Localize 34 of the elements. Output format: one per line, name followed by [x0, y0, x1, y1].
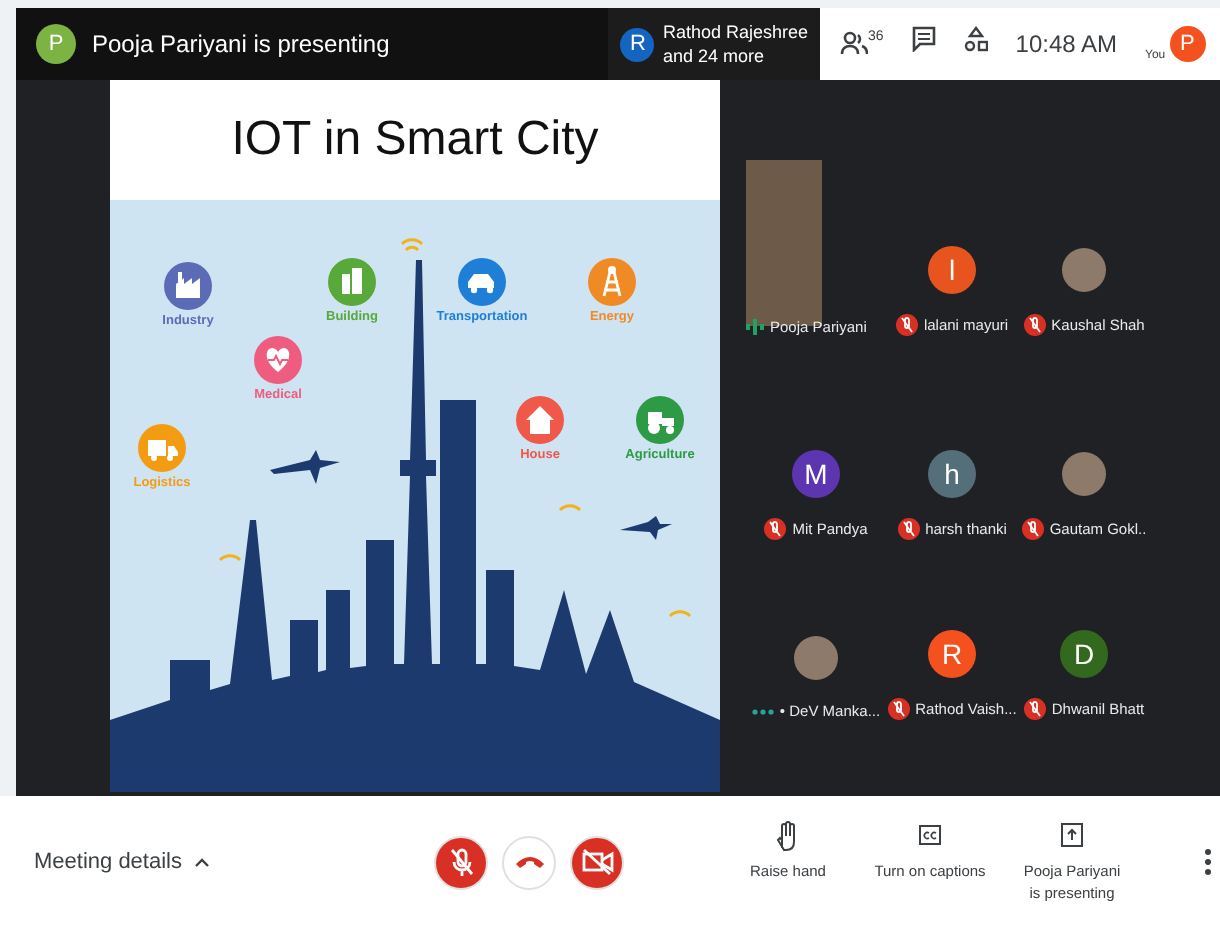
participant-avatar: M: [792, 450, 840, 498]
participant-avatar: D: [1060, 630, 1108, 678]
camera-button[interactable]: [570, 835, 624, 889]
present-icon: [1058, 820, 1086, 852]
microphone-button[interactable]: [434, 835, 488, 889]
avatar-photo-placeholder: [1062, 452, 1106, 496]
more-count: and 24 more: [662, 44, 766, 68]
wifi-icon: [559, 504, 581, 512]
wifi-icon: [669, 610, 691, 618]
hang-up-button[interactable]: [502, 835, 556, 889]
chevron-up-icon: [194, 857, 210, 867]
slide-title: IOT in Smart City: [110, 80, 720, 200]
shapes-icon[interactable]: [963, 26, 988, 52]
participant-avatar: l: [928, 246, 976, 294]
participant-name: Rathod Rajeshree: [662, 20, 808, 44]
presenter-avatar: P: [36, 24, 76, 64]
people-icon[interactable]: [840, 30, 868, 58]
avatar-photo-placeholder: [794, 636, 838, 680]
clock-time: 10:48 AM: [1015, 30, 1117, 58]
microphone-off-icon: [445, 846, 477, 878]
meeting-details-button[interactable]: Meeting details: [34, 850, 210, 874]
camera-off-icon: [581, 846, 613, 878]
participant-avatar: R: [620, 27, 655, 61]
presenting-status: Pooja Pariyani is presenting: [92, 30, 390, 58]
more-options-icon[interactable]: [1204, 848, 1212, 876]
participant-avatar: R: [928, 630, 976, 678]
airplane-icon: [270, 450, 340, 484]
airplane-icon: [620, 516, 672, 540]
phone-icon: [515, 856, 543, 868]
wifi-icon: [219, 554, 241, 562]
wifi-icon: [400, 238, 424, 252]
avatar-photo-placeholder: [1062, 248, 1106, 292]
chat-icon[interactable]: [911, 26, 936, 52]
participant-avatar: h: [928, 450, 976, 498]
